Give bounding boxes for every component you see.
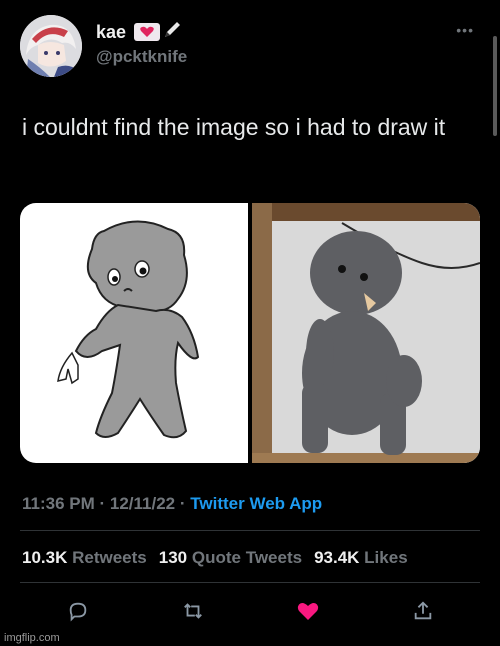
likes-count: 93.4K — [314, 548, 360, 567]
heart-letter-icon — [134, 23, 161, 41]
tweet-time[interactable]: 11:36 PM — [22, 494, 95, 513]
retweet-icon[interactable] — [181, 599, 205, 623]
tweet-media[interactable] — [20, 203, 480, 463]
like-icon[interactable] — [296, 599, 320, 623]
tweet-meta: 11:36 PM · 12/11/22 · Twitter Web App — [22, 494, 323, 513]
quote-tweets-label: Quote Tweets — [191, 548, 303, 567]
pen-icon — [162, 20, 182, 45]
tweet-text: i couldnt find the image so i had to dra… — [22, 114, 446, 140]
reply-icon[interactable] — [66, 599, 90, 623]
retweets-count: 10.3K — [22, 548, 68, 567]
scrollbar[interactable] — [493, 36, 497, 136]
retweets-label: Retweets — [72, 548, 147, 567]
watermark: imgflip.com — [4, 632, 60, 644]
display-name[interactable]: kae — [96, 22, 126, 43]
quote-tweets-stat[interactable]: 130 Quote Tweets — [159, 548, 302, 568]
tweet-actions — [20, 596, 480, 626]
avatar[interactable] — [20, 15, 82, 77]
divider — [20, 582, 480, 583]
share-icon[interactable] — [411, 599, 435, 623]
more-options-icon[interactable]: ••• — [456, 22, 474, 38]
source-app-link[interactable]: Twitter Web App — [190, 494, 322, 513]
drawing-image[interactable] — [20, 203, 248, 463]
quote-tweets-count: 130 — [158, 548, 188, 567]
tweet-stats: 10.3K Retweets 130 Quote Tweets 93.4K Li… — [22, 548, 420, 568]
user-handle[interactable]: @pcktknife — [96, 47, 187, 67]
likes-label: Likes — [364, 548, 408, 567]
tweet-header: kae @pcktknife — [20, 14, 187, 78]
likes-stat[interactable]: 93.4K Likes — [314, 548, 408, 568]
dog-photo[interactable] — [252, 203, 480, 463]
divider — [20, 530, 480, 531]
tweet-date[interactable]: 12/11/22 — [110, 494, 175, 513]
retweets-stat[interactable]: 10.3K Retweets — [22, 548, 147, 568]
